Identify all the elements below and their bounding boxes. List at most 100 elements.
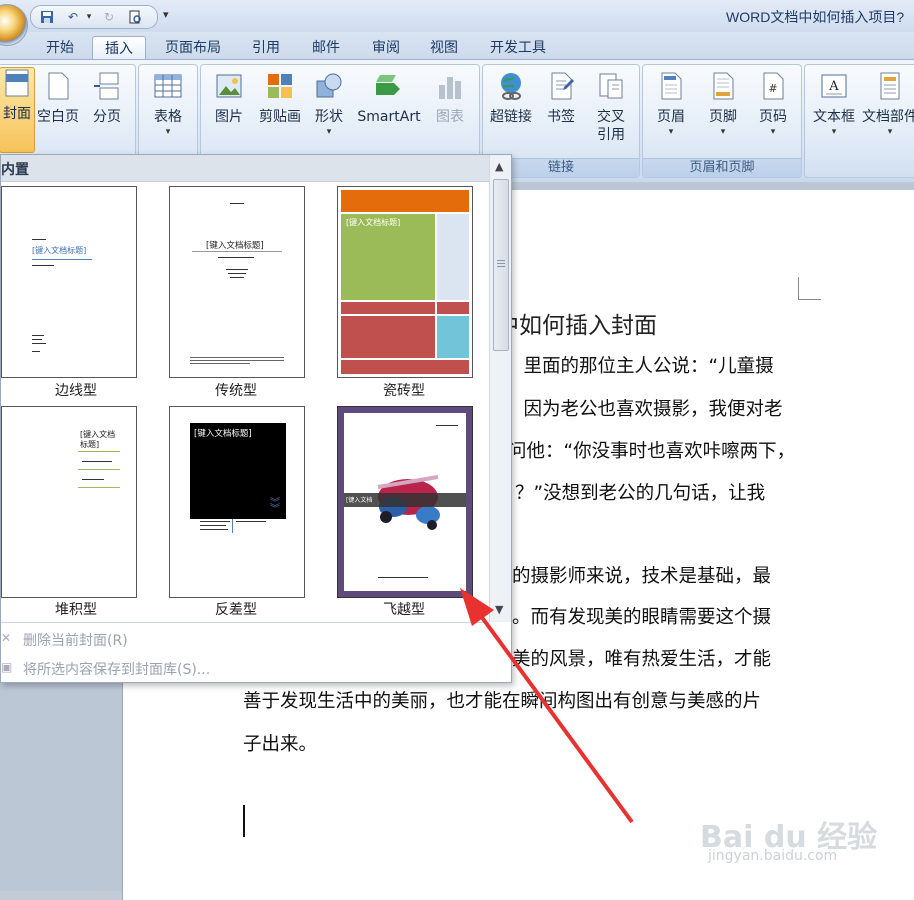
tab-page-layout[interactable]: 页面布局 (155, 36, 231, 60)
document-line: 的摄影师来说，技术是基础，最 (512, 566, 772, 587)
dropdown-arrow-icon: ▾ (668, 127, 674, 137)
dropdown-arrow-icon: ▾ (887, 127, 893, 137)
header-button[interactable]: 页眉 ▾ (647, 71, 695, 137)
bookmark-icon (551, 72, 574, 100)
cover-title-text: 标题] (80, 440, 100, 449)
svg-text:A: A (828, 79, 839, 94)
gallery-caption: 传统型 (215, 383, 257, 399)
tab-insert[interactable]: 插入 (92, 36, 146, 61)
gallery-caption: 堆积型 (55, 602, 97, 618)
scroll-down-icon[interactable]: ▼ (495, 603, 503, 616)
document-line: 问他：“你没事时也喜欢咔嚓两下， (508, 441, 796, 462)
chart-icon (439, 77, 461, 99)
table-icon (154, 74, 182, 98)
tab-review[interactable]: 审阅 (362, 36, 410, 60)
picture-button[interactable]: 图片 (207, 71, 251, 127)
tab-home[interactable]: 开始 (32, 36, 88, 60)
smartart-button[interactable]: SmartArt (353, 71, 425, 127)
tab-mailings[interactable]: 邮件 (302, 36, 350, 60)
cross-reference-icon (599, 73, 623, 99)
page-break-icon (94, 72, 119, 100)
cover-thumbnail-tiles[interactable]: [键入文档标题] (337, 186, 473, 378)
dropdown-arrow-icon: ▾ (770, 127, 776, 137)
customize-qat-icon[interactable]: ▾ (163, 8, 169, 21)
footer-icon (713, 72, 734, 100)
table-button[interactable]: 表格 ▾ (145, 71, 191, 137)
quick-parts-button[interactable]: 文档部件 ▾ (861, 71, 914, 137)
footer-button[interactable]: 页脚 ▾ (699, 71, 747, 137)
cover-title-text: [键入文档 (346, 497, 373, 504)
text-cursor (243, 805, 245, 837)
cover-title-text: [键入文档标题] (32, 246, 87, 255)
svg-text:#: # (768, 82, 777, 95)
hyperlink-button[interactable]: 超链接 (487, 71, 535, 127)
chart-button[interactable]: 图表 (429, 71, 471, 127)
tab-view[interactable]: 视图 (420, 36, 468, 60)
blank-page-button[interactable]: 空白页 (33, 71, 83, 127)
cover-title-text: [键入文档标题] (194, 429, 252, 439)
blank-page-icon (48, 72, 69, 100)
text-box-button[interactable]: A 文本框 ▾ (809, 71, 859, 137)
quick-parts-icon (880, 72, 900, 100)
cover-thumbnail-conservative[interactable]: [键入文档标题] (169, 186, 305, 378)
header-icon (661, 72, 682, 100)
window-title: WORD文档中如何插入项目? (726, 9, 905, 25)
quick-access-toolbar: ↶ ▾ ↻ (30, 5, 158, 29)
print-preview-icon[interactable] (127, 9, 143, 25)
group-text: A 文本框 ▾ 文档部件 ▾ (804, 64, 914, 178)
text-box-icon: A (821, 74, 847, 98)
picture-icon (216, 74, 242, 98)
cover-page-icon (5, 69, 29, 97)
document-line: 善于发现生活中的美丽，也才能在瞬间构图出有创意与美感的片 (243, 691, 762, 712)
cross-reference-button[interactable]: 交叉 引用 (587, 71, 635, 145)
baidu-watermark-url: jingyan.baidu.com (708, 848, 838, 864)
gallery-scrollbar[interactable]: ▲ ▼ (489, 155, 511, 622)
document-line: 。而有发现美的眼睛需要这个摄 (512, 607, 772, 628)
cover-page-button[interactable]: 封面 (0, 67, 35, 153)
cover-page-gallery: 内置 ▲ ▼ [键入文档标题] 边线型 [键入文档标题] 传统型 [键入文档标题… (0, 154, 512, 683)
gallery-caption: 瓷砖型 (383, 383, 425, 399)
cover-thumbnail-contrast[interactable]: [键入文档标题] ︾ ︾ (169, 406, 305, 598)
page-number-icon: # (763, 72, 784, 100)
shapes-icon (316, 73, 342, 98)
document-line: 美的风景，唯有热爱生活，才能 (512, 649, 772, 670)
tab-references[interactable]: 引用 (242, 36, 290, 60)
group-header-footer: 页眉 ▾ 页脚 ▾ # 页码 ▾ 页眉和页脚 (642, 64, 802, 178)
title-bar: ↶ ▾ ↻ ▾ WORD文档中如何插入项目? (0, 0, 914, 33)
document-line: ？”没想到老公的几句话，让我 (515, 483, 766, 504)
scroll-up-icon[interactable]: ▲ (495, 160, 503, 173)
tab-developer[interactable]: 开发工具 (478, 36, 558, 60)
bookmark-button[interactable]: 书签 (539, 71, 583, 127)
redo-icon[interactable]: ↻ (101, 9, 117, 25)
gallery-caption: 反差型 (215, 602, 257, 618)
margin-corner-mark (798, 277, 821, 300)
save-icon[interactable] (39, 9, 55, 25)
cover-thumbnail-sideline[interactable]: [键入文档标题] (1, 186, 137, 378)
cover-title-text: [键入文档标题] (206, 241, 264, 251)
cover-title-text: [键入文档标题] (346, 218, 401, 227)
dropdown-arrow-icon: ▾ (831, 127, 837, 137)
save-to-gallery-icon: ▣ (1, 660, 13, 674)
gallery-caption: 边线型 (55, 383, 97, 399)
document-line: 。里面的那位主人公说：“儿童摄 (505, 356, 774, 377)
page-break-button[interactable]: 分页 (85, 71, 129, 127)
gallery-caption: 飞越型 (383, 602, 425, 618)
scrollbar-thumb[interactable] (493, 179, 509, 351)
remove-cover-command[interactable]: 删除当前封面(R) (23, 630, 128, 650)
document-heading: 中如何插入封面 (496, 313, 657, 339)
gallery-separator (1, 622, 489, 623)
group-label-header-footer: 页眉和页脚 (643, 158, 801, 177)
undo-dropdown-icon[interactable]: ▾ (81, 9, 97, 25)
clip-art-button[interactable]: 剪贴画 (255, 71, 305, 127)
dropdown-arrow-icon: ▾ (720, 127, 726, 137)
cover-thumbnail-motion[interactable]: [键入文档 (337, 406, 473, 598)
document-line: 。因为老公也喜欢摄影，我便对老 (505, 399, 783, 420)
save-to-cover-gallery-command[interactable]: 将所选内容保存到封面库(S)... (23, 659, 210, 679)
smartart-icon (376, 75, 400, 95)
shapes-button[interactable]: 形状 ▾ (309, 71, 349, 137)
gallery-header: 内置 (1, 155, 489, 182)
page-number-button[interactable]: # 页码 ▾ (749, 71, 797, 137)
undo-icon[interactable]: ↶ (65, 9, 81, 25)
dropdown-arrow-icon: ▾ (326, 127, 332, 137)
cover-thumbnail-stacks[interactable]: [键入文档 标题] (1, 406, 137, 598)
